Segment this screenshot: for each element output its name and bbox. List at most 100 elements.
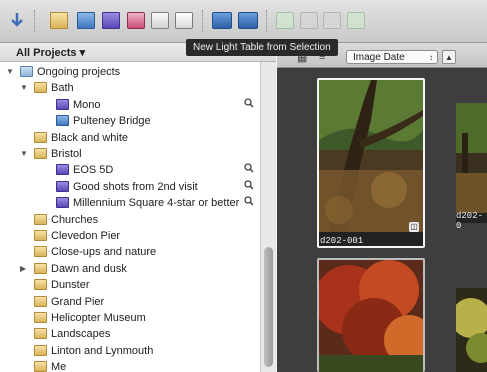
- tree-item[interactable]: Clevedon Pier: [0, 228, 260, 244]
- thumbnail-image: [319, 80, 423, 232]
- toolbar: [0, 0, 487, 43]
- tree-item[interactable]: Black and white: [0, 130, 260, 146]
- folder-icon: [34, 361, 47, 372]
- smart-album-icon: [56, 98, 69, 110]
- tree-item-label: Clevedon Pier: [51, 230, 121, 242]
- scrollbar-thumb[interactable]: [264, 247, 273, 367]
- import-icon[interactable]: [8, 12, 26, 29]
- tree-item-label: Bath: [51, 82, 74, 95]
- tree-item-label: Helicopter Museum: [51, 312, 146, 324]
- smart-settings-search-icon[interactable]: [244, 180, 254, 193]
- folder-icon: [34, 213, 47, 225]
- sort-select[interactable]: Image Date ↕: [346, 50, 438, 64]
- folder-icon: [34, 344, 47, 356]
- tree-item-label: Linton and Lynmouth: [51, 344, 154, 357]
- smart-settings-search-icon[interactable]: [244, 98, 254, 111]
- tree-item-label: Mono: [73, 98, 101, 111]
- folder-icon: [34, 230, 47, 241]
- toolbar-separator: [266, 10, 268, 32]
- tree-item[interactable]: ▼ Bristol: [0, 146, 260, 162]
- tree-item[interactable]: Mono: [0, 97, 260, 113]
- tree-item[interactable]: ▶ Dawn and dusk: [0, 261, 260, 277]
- tree-item[interactable]: Dunster: [0, 277, 260, 293]
- tree-item-label: Pulteney Bridge: [73, 115, 151, 128]
- tree-item[interactable]: Landscapes: [0, 326, 260, 342]
- new-book-icon[interactable]: [127, 12, 145, 29]
- library-panel: All Projects ▾ ▼ Ongoing projects ▼ Bath Mon…: [0, 43, 276, 372]
- new-light-table-icon[interactable]: [175, 12, 193, 29]
- folder-icon: [34, 279, 47, 291]
- tree-item-label: Millennium Square 4-star or better: [73, 197, 240, 210]
- disclosure-triangle-icon[interactable]: ▶: [20, 264, 26, 273]
- tree-item[interactable]: Good shots from 2nd visit: [0, 179, 260, 195]
- unstack-icon[interactable]: [238, 12, 258, 29]
- tree-item-label: Me: [51, 361, 67, 372]
- disclosure-triangle-icon[interactable]: ▼: [20, 149, 28, 158]
- tree-item-label: Black and white: [51, 131, 129, 144]
- tree-item-label: Ongoing projects: [37, 66, 121, 78]
- smart-settings-search-icon[interactable]: [244, 163, 254, 176]
- stack-badge-icon[interactable]: ◫: [409, 222, 419, 232]
- sort-direction-button[interactable]: ▲: [442, 50, 456, 64]
- new-album-icon[interactable]: [77, 12, 95, 29]
- tree-item-label: Churches: [51, 213, 99, 226]
- tree-item[interactable]: Linton and Lynmouth: [0, 343, 260, 359]
- tree-item-label: Close-ups and nature: [51, 246, 157, 259]
- tree-item[interactable]: Helicopter Museum: [0, 310, 260, 326]
- folder-icon: [34, 131, 47, 143]
- image-thumbnail[interactable]: d202-0: [456, 103, 487, 231]
- tree-item[interactable]: Close-ups and nature: [0, 244, 260, 260]
- vertical-scrollbar[interactable]: [260, 62, 276, 372]
- tooltip: New Light Table from Selection: [186, 39, 338, 56]
- toolbar-separator: [34, 10, 36, 32]
- tree-item[interactable]: Pulteney Bridge: [0, 113, 260, 129]
- smart-settings-search-icon[interactable]: [244, 196, 254, 209]
- library-title[interactable]: All Projects ▾: [16, 46, 85, 59]
- tree-item-label: Bristol: [51, 148, 82, 160]
- tree-item-label: Good shots from 2nd visit: [73, 180, 198, 193]
- edit-icon[interactable]: [347, 12, 365, 29]
- new-smart-album-icon[interactable]: [102, 12, 120, 29]
- disclosure-triangle-icon[interactable]: ▼: [6, 67, 14, 76]
- rotate-right-icon[interactable]: [323, 12, 341, 29]
- sort-select-arrow-icon: ↕: [429, 53, 433, 62]
- tree-item[interactable]: ▼ Ongoing projects: [0, 64, 260, 80]
- folder-icon: [34, 312, 47, 323]
- smart-album-icon: [56, 197, 69, 209]
- tree-item-label: EOS 5D: [73, 164, 114, 177]
- folder-icon: [34, 295, 47, 307]
- tree-item[interactable]: Me: [0, 359, 260, 372]
- folder-icon: [34, 262, 47, 274]
- thumbnail-image: [451, 288, 487, 372]
- image-thumbnail[interactable]: ◫ d202-001: [317, 78, 425, 248]
- smart-album-icon: [56, 164, 69, 176]
- image-thumbnail[interactable]: [314, 258, 434, 372]
- new-folder-icon[interactable]: [50, 12, 68, 29]
- tree-item[interactable]: Churches: [0, 212, 260, 228]
- tree-item[interactable]: ▼ Bath: [0, 80, 260, 96]
- toolbar-separator: [202, 10, 204, 32]
- tree-item-label: Grand Pier: [51, 295, 105, 308]
- folder-icon: [34, 148, 47, 159]
- tree-item-label: Dunster: [51, 279, 90, 292]
- approve-icon[interactable]: [276, 12, 294, 29]
- tree-item[interactable]: Millennium Square 4-star or better: [0, 195, 260, 211]
- tree-item[interactable]: EOS 5D: [0, 162, 260, 178]
- sort-select-label: Image Date: [353, 52, 405, 63]
- tree-item-label: Dawn and dusk: [51, 262, 127, 275]
- folder-icon: [34, 82, 47, 94]
- tree-item-label: Landscapes: [51, 328, 111, 341]
- thumbnail-caption: d202-0: [456, 211, 484, 231]
- image-thumbnail[interactable]: [451, 288, 487, 372]
- stack-icon[interactable]: [212, 12, 232, 29]
- rotate-left-icon[interactable]: [300, 12, 318, 29]
- disclosure-triangle-icon[interactable]: ▼: [20, 83, 28, 92]
- tree-item[interactable]: Grand Pier: [0, 294, 260, 310]
- album-icon: [56, 115, 69, 127]
- folder-icon: [34, 328, 47, 340]
- folder-icon: [34, 246, 47, 258]
- thumbnail-caption: d202-001: [320, 236, 364, 246]
- image-browser: ▦ ≡ Image Date ↕ ▲ ◫ d202-001 d202-0: [277, 43, 487, 372]
- thumbnail-image: [456, 103, 487, 213]
- new-web-gallery-icon[interactable]: [151, 12, 169, 29]
